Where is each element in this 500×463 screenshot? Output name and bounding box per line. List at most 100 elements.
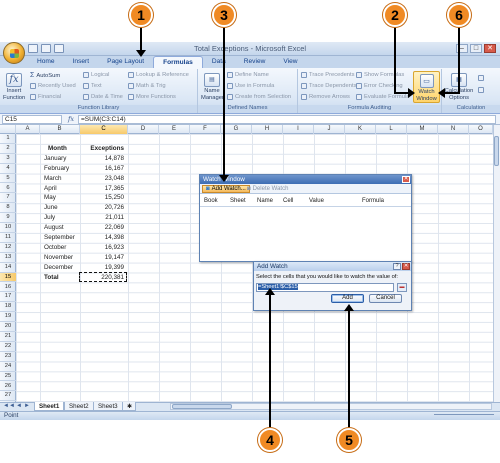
formula-input[interactable]: =SUM(C3:C14) (78, 115, 496, 124)
add-watch-button[interactable]: ◙ Add Watch... (202, 185, 250, 193)
row-header[interactable]: 24 (0, 362, 16, 372)
cell-exceptions[interactable]: 21,011 (80, 213, 124, 223)
cell-exceptions[interactable]: 14,398 (80, 233, 124, 243)
add-watch-dialog-title[interactable]: Add Watch (254, 262, 411, 271)
trace-precedents-button[interactable]: Trace Precedents (301, 72, 355, 78)
cell-month[interactable]: July (44, 213, 55, 223)
watch-col-name[interactable]: Name (257, 198, 273, 204)
date-time-button[interactable]: Date & Time (83, 94, 123, 100)
next-sheet-arrow-icon[interactable]: ► (24, 403, 30, 409)
cell-exceptions[interactable]: 15,250 (80, 193, 124, 203)
column-header-j[interactable]: J (314, 125, 345, 134)
row-header[interactable]: 10 (0, 223, 16, 233)
tab-home[interactable]: Home (28, 56, 64, 68)
cell-month[interactable]: November (44, 253, 73, 263)
row-header[interactable]: 21 (0, 332, 16, 342)
cell-month[interactable]: August (44, 223, 64, 233)
column-header-l[interactable]: L (376, 125, 407, 134)
row-header[interactable]: 1 (0, 134, 16, 144)
tab-data[interactable]: Data (203, 56, 235, 68)
show-formulas-button[interactable]: Show Formulas (356, 72, 404, 78)
cell-month[interactable]: February (44, 164, 69, 174)
horizontal-scroll-thumb[interactable] (172, 404, 232, 409)
row-header[interactable]: 3 (0, 154, 16, 164)
help-icon[interactable]: ? (393, 263, 401, 270)
select-all-corner[interactable] (0, 125, 16, 134)
watch-col-formula[interactable]: Formula (362, 198, 384, 204)
column-header-f[interactable]: F (190, 125, 221, 134)
watch-col-value[interactable]: Value (309, 198, 324, 204)
cell-month[interactable]: January (44, 154, 66, 164)
row-header[interactable]: 11 (0, 233, 16, 243)
column-header-a[interactable]: A (16, 125, 40, 134)
column-header-d[interactable]: D (128, 125, 159, 134)
column-header-k[interactable]: K (345, 125, 376, 134)
column-header-o[interactable]: O (469, 125, 493, 134)
row-header[interactable]: 20 (0, 322, 16, 332)
name-manager-button[interactable]: ▤ Name Manager (201, 73, 224, 101)
row-header[interactable]: 18 (0, 302, 16, 313)
use-in-formula-button[interactable]: Use in Formula (227, 83, 274, 89)
text-button[interactable]: Text (83, 83, 102, 89)
close-icon[interactable]: ✕ (402, 176, 410, 183)
lookup-reference-button[interactable]: Lookup & Reference (128, 72, 189, 78)
calculate-sheet-button[interactable] (478, 87, 484, 93)
create-from-selection-button[interactable]: Create from Selection (227, 94, 291, 100)
row-header[interactable]: 4 (0, 164, 16, 174)
sheet-tab-sheet3[interactable]: Sheet3 (93, 402, 123, 411)
add-button[interactable]: Add (331, 294, 364, 303)
insert-function-icon[interactable]: fx (68, 115, 74, 123)
row-header[interactable]: 26 (0, 382, 16, 392)
name-box[interactable]: C15 (2, 115, 62, 124)
math-trig-button[interactable]: Math & Trig (128, 83, 166, 89)
cell-month[interactable]: October (44, 243, 66, 253)
row-header[interactable]: 12 (0, 243, 16, 253)
cell-exceptions[interactable]: 17,365 (80, 184, 124, 194)
row-header[interactable]: 5 (0, 174, 16, 184)
financial-button[interactable]: Financial (30, 94, 61, 100)
cell-exceptions[interactable]: 22,069 (80, 223, 124, 233)
cell-month[interactable]: June (44, 203, 58, 213)
trace-dependents-button[interactable]: Trace Dependents (301, 83, 356, 89)
row-header[interactable]: 27 (0, 391, 16, 402)
cell-total-label[interactable]: Total (44, 273, 59, 283)
row-header[interactable]: 14 (0, 263, 16, 273)
maximize-button[interactable]: □ (470, 44, 482, 53)
delete-watch-button[interactable]: ◙ Delete Watch (247, 185, 288, 193)
tab-review[interactable]: Review (235, 56, 275, 68)
watch-col-book[interactable]: Book (204, 198, 218, 204)
column-header-m[interactable]: M (407, 125, 438, 134)
tab-view[interactable]: View (274, 56, 306, 68)
tab-insert[interactable]: Insert (64, 56, 99, 68)
close-button[interactable]: ✕ (484, 44, 496, 53)
column-header-g[interactable]: G (221, 125, 252, 134)
row-header[interactable]: 25 (0, 372, 16, 382)
row-header[interactable]: 19 (0, 312, 16, 323)
calculate-now-button[interactable] (478, 75, 484, 81)
cell-exceptions[interactable]: 14,878 (80, 154, 124, 164)
column-header-e[interactable]: E (159, 125, 190, 134)
recently-used-button[interactable]: Recently Used (30, 83, 76, 89)
first-sheet-arrow-icon[interactable]: ◄◄ (3, 403, 15, 409)
insert-function-button[interactable]: fx Insert Function (3, 73, 25, 101)
row-header[interactable]: 2 (0, 144, 16, 154)
column-header-n[interactable]: N (438, 125, 469, 134)
watch-reference-input[interactable]: =Sheet1!$C$15 (256, 283, 394, 292)
watch-col-sheet[interactable]: Sheet (230, 198, 246, 204)
column-header-c[interactable]: C (80, 125, 128, 134)
cell-month[interactable]: May (44, 193, 56, 203)
row-header[interactable]: 9 (0, 213, 16, 224)
zoom-slider[interactable] (434, 414, 494, 420)
cell-b2-month-header[interactable]: Month (48, 144, 67, 154)
more-functions-button[interactable]: More Functions (128, 94, 176, 100)
watch-window-button[interactable]: ▭ Watch Window (413, 71, 440, 103)
close-icon[interactable]: ✕ (402, 263, 410, 270)
row-header[interactable]: 17 (0, 292, 16, 303)
row-header[interactable]: 8 (0, 203, 16, 214)
cell-exceptions[interactable]: 20,726 (80, 203, 124, 213)
vertical-scrollbar[interactable] (493, 125, 500, 402)
insert-sheet-icon[interactable]: ✱ (122, 402, 136, 411)
row-header[interactable]: 22 (0, 342, 16, 352)
logical-button[interactable]: Logical (83, 72, 109, 78)
sheet-tab-sheet2[interactable]: Sheet2 (64, 402, 94, 411)
